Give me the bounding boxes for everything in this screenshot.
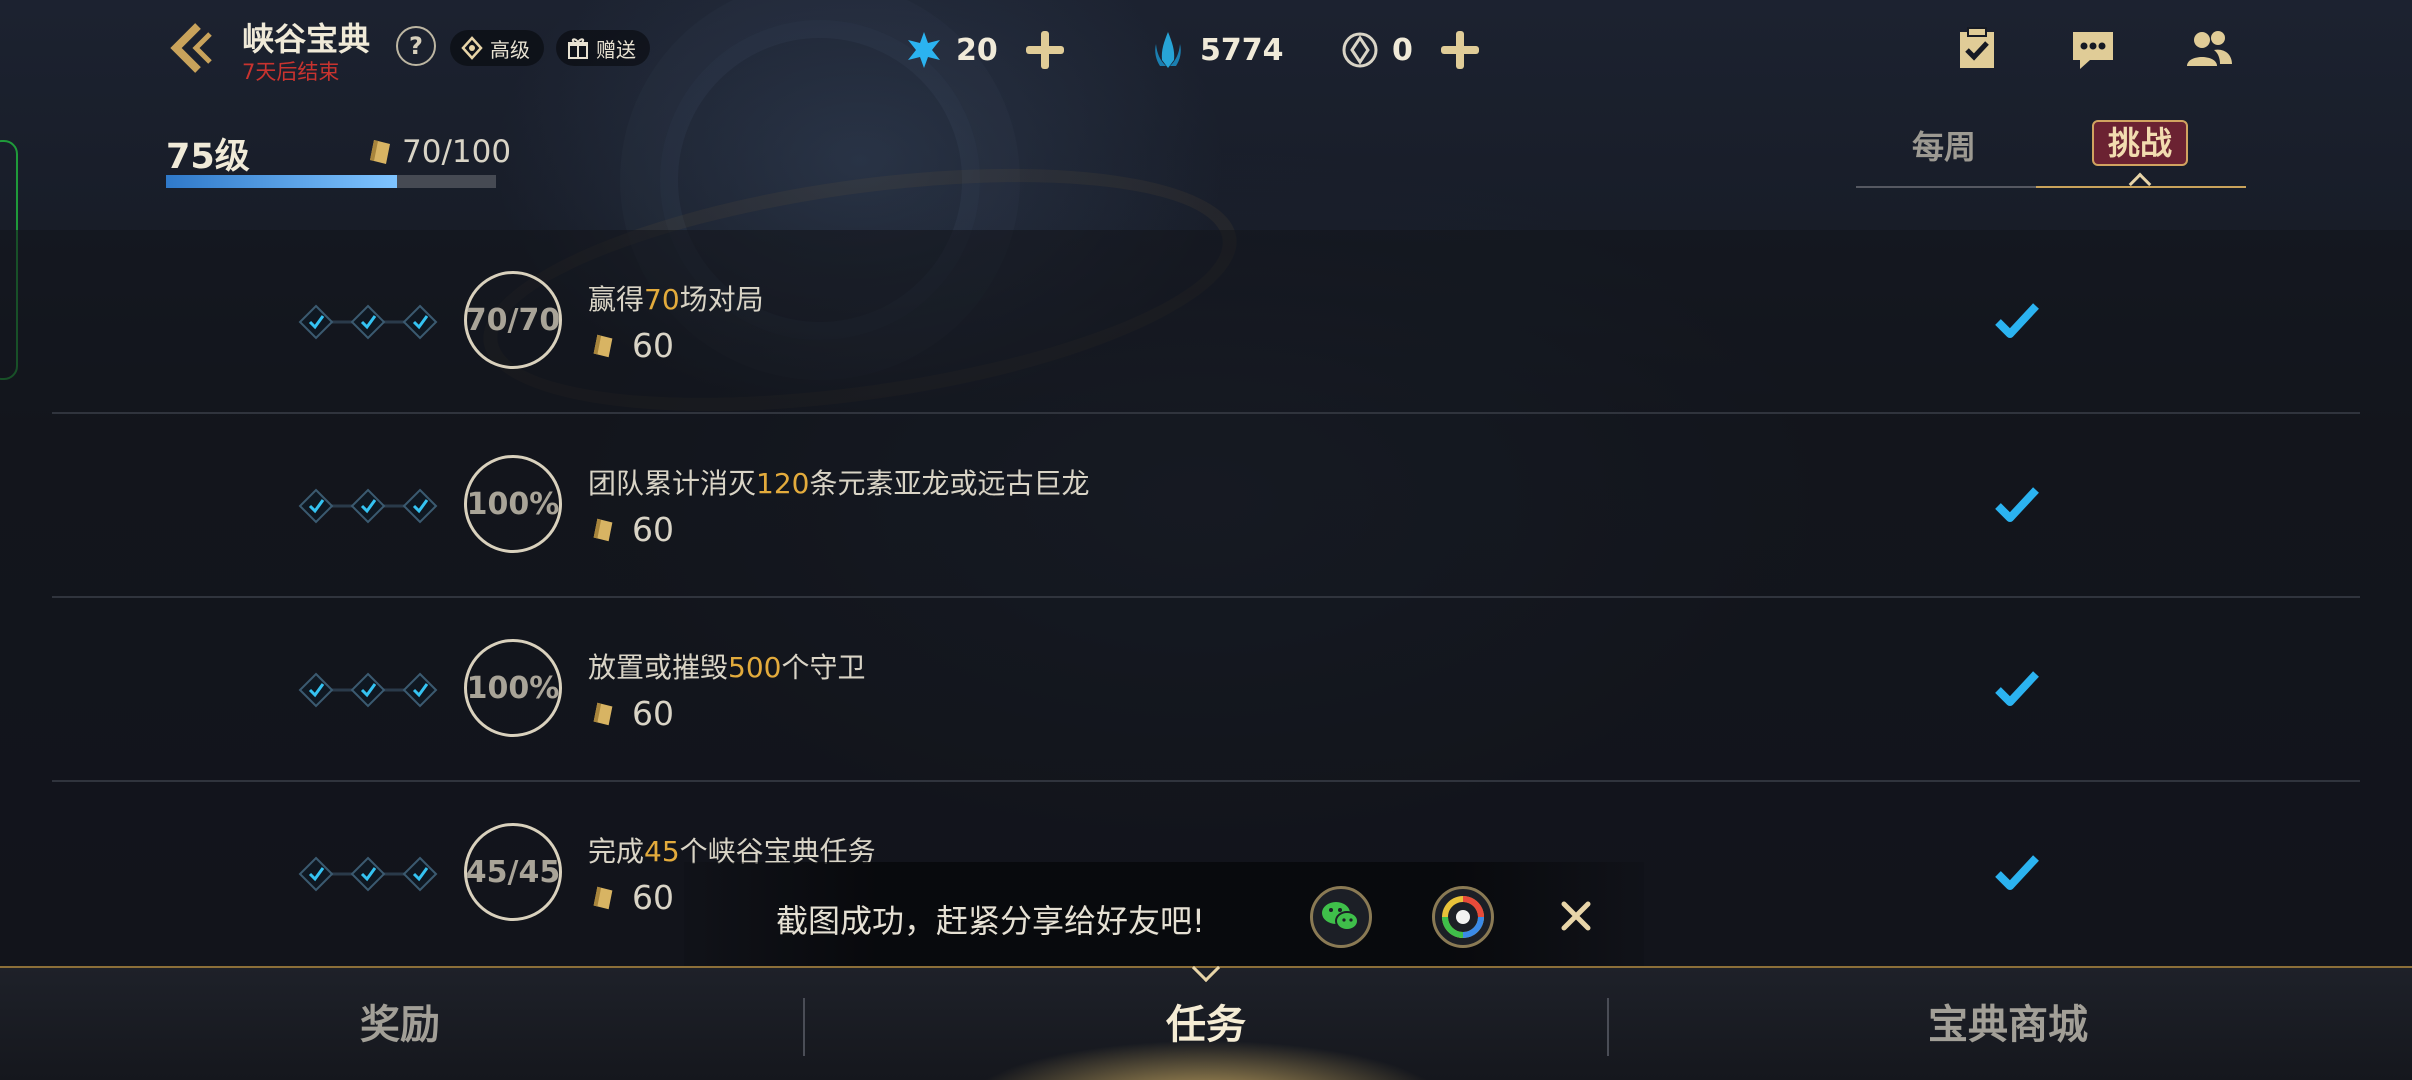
blue-essence-counter: 20 xyxy=(904,28,1066,72)
top-bar: 峡谷宝典 7天后结束 ? 高级 赠送 20 5774 0 75级 70/100 … xyxy=(0,0,2412,230)
nav-tasks[interactable]: 任务 xyxy=(806,968,1606,1080)
blue-essence-value: 20 xyxy=(956,32,998,68)
task-progress-circle: 100% xyxy=(464,639,562,737)
gift-label: 赠送 xyxy=(596,37,636,62)
task-title-pre: 完成 xyxy=(588,835,645,868)
add-blue-essence-button[interactable] xyxy=(1024,29,1066,71)
task-progress-circle: 45/45 xyxy=(464,823,562,921)
task-progress-circle: 100% xyxy=(464,455,562,553)
task-reward: 60 xyxy=(588,878,674,917)
task-title: 团队累计消灭120条元素亚龙或远古巨龙 xyxy=(588,462,1089,502)
share-moments-button[interactable] xyxy=(1432,886,1494,948)
premium-label: 高级 xyxy=(490,37,530,62)
crystal-value: 5774 xyxy=(1200,32,1284,68)
level-progress-fill xyxy=(166,175,397,188)
nav-shop[interactable]: 宝典商城 xyxy=(1608,968,2408,1080)
stage-diamonds-icon xyxy=(296,670,456,710)
chat-icon[interactable] xyxy=(2068,24,2118,74)
stage-diamonds-icon xyxy=(296,486,456,526)
level-progress-bar xyxy=(166,175,496,188)
toast-message: 截图成功，赶紧分享给好友吧! xyxy=(776,902,1205,940)
stage-diamonds-icon xyxy=(296,854,456,894)
task-reward-value: 60 xyxy=(632,694,674,733)
nav-separator xyxy=(803,998,805,1056)
tab-weekly[interactable]: 每周 xyxy=(1912,122,1976,168)
close-icon[interactable] xyxy=(1556,896,1596,936)
task-reward-value: 60 xyxy=(632,326,674,365)
task-reward: 60 xyxy=(588,510,674,549)
level-points: 70/100 xyxy=(364,134,511,170)
crystal-counter: 5774 xyxy=(1148,28,1284,72)
share-wechat-button[interactable] xyxy=(1310,886,1372,948)
blue-star-icon xyxy=(908,32,940,68)
task-title-pre: 团队累计消灭 xyxy=(588,467,757,500)
ticket-icon xyxy=(593,518,613,541)
nav-rewards[interactable]: 奖励 xyxy=(0,968,800,1080)
level-points-value: 70/100 xyxy=(402,134,512,170)
ticket-icon xyxy=(593,886,613,909)
coin-icon xyxy=(1342,32,1378,68)
event-countdown: 7天后结束 xyxy=(242,60,340,84)
friends-icon[interactable] xyxy=(2184,24,2234,74)
task-title-post: 条元素亚龙或远古巨龙 xyxy=(809,467,1090,500)
ticket-icon xyxy=(370,140,390,164)
stage-diamonds-icon xyxy=(296,302,456,342)
wechat-icon xyxy=(1322,902,1359,931)
task-progress-circle: 70/70 xyxy=(464,271,562,369)
task-reward-value: 60 xyxy=(632,878,674,917)
back-arrow-icon[interactable] xyxy=(160,18,220,78)
gift-icon xyxy=(568,38,588,59)
task-row: 100% 团队累计消灭120条元素亚龙或远古巨龙 60 xyxy=(52,414,2360,598)
tasks-icon[interactable] xyxy=(1952,24,2002,74)
task-row: 100% 放置或摧毁500个守卫 60 xyxy=(52,598,2360,782)
bottom-nav: 奖励 任务 宝典商城 xyxy=(0,953,2412,1080)
task-title: 放置或摧毁500个守卫 xyxy=(588,646,865,686)
screenshot-share-toast: 截图成功，赶紧分享给好友吧! xyxy=(684,862,1644,974)
moments-icon xyxy=(1442,896,1484,938)
coin-counter: 0 xyxy=(1340,28,1481,72)
task-title-number: 45 xyxy=(644,835,680,868)
task-title-post: 个守卫 xyxy=(781,651,866,684)
diamond-icon xyxy=(461,36,483,60)
task-complete-check-icon xyxy=(1995,303,2039,338)
task-reward-value: 60 xyxy=(632,510,674,549)
crystal-icon xyxy=(1155,32,1181,68)
gift-badge[interactable]: 赠送 xyxy=(556,30,650,66)
task-list: 70/70 赢得70场对局 60 100% 团队累计消灭120条元素亚龙或远古巨龙 60 1… xyxy=(0,230,2412,970)
pass-level: 75级 xyxy=(166,137,250,177)
tab-challenge[interactable]: 挑战 xyxy=(2092,120,2188,166)
task-title-post: 场对局 xyxy=(679,283,764,316)
task-tabs: 每周 挑战 xyxy=(1856,112,2246,196)
task-reward: 60 xyxy=(588,694,674,733)
task-complete-check-icon xyxy=(1995,671,2039,706)
help-icon[interactable]: ? xyxy=(396,26,436,66)
premium-badge[interactable]: 高级 xyxy=(450,30,544,66)
task-title-pre: 放置或摧毁 xyxy=(588,651,729,684)
ticket-icon xyxy=(593,334,613,357)
ticket-icon xyxy=(593,702,613,725)
task-title-number: 120 xyxy=(756,467,810,500)
task-complete-check-icon xyxy=(1995,855,2039,890)
task-title-number: 500 xyxy=(728,651,782,684)
task-title-pre: 赢得 xyxy=(588,283,645,316)
task-title: 赢得70场对局 xyxy=(588,278,764,318)
task-title-number: 70 xyxy=(644,283,680,316)
task-reward: 60 xyxy=(588,326,674,365)
coin-value: 0 xyxy=(1392,32,1413,68)
add-coin-button[interactable] xyxy=(1439,29,1481,71)
tab-active-pointer xyxy=(2128,172,2152,196)
task-complete-check-icon xyxy=(1995,487,2039,522)
task-row: 70/70 赢得70场对局 60 xyxy=(52,230,2360,414)
page-title: 峡谷宝典 xyxy=(242,20,371,58)
